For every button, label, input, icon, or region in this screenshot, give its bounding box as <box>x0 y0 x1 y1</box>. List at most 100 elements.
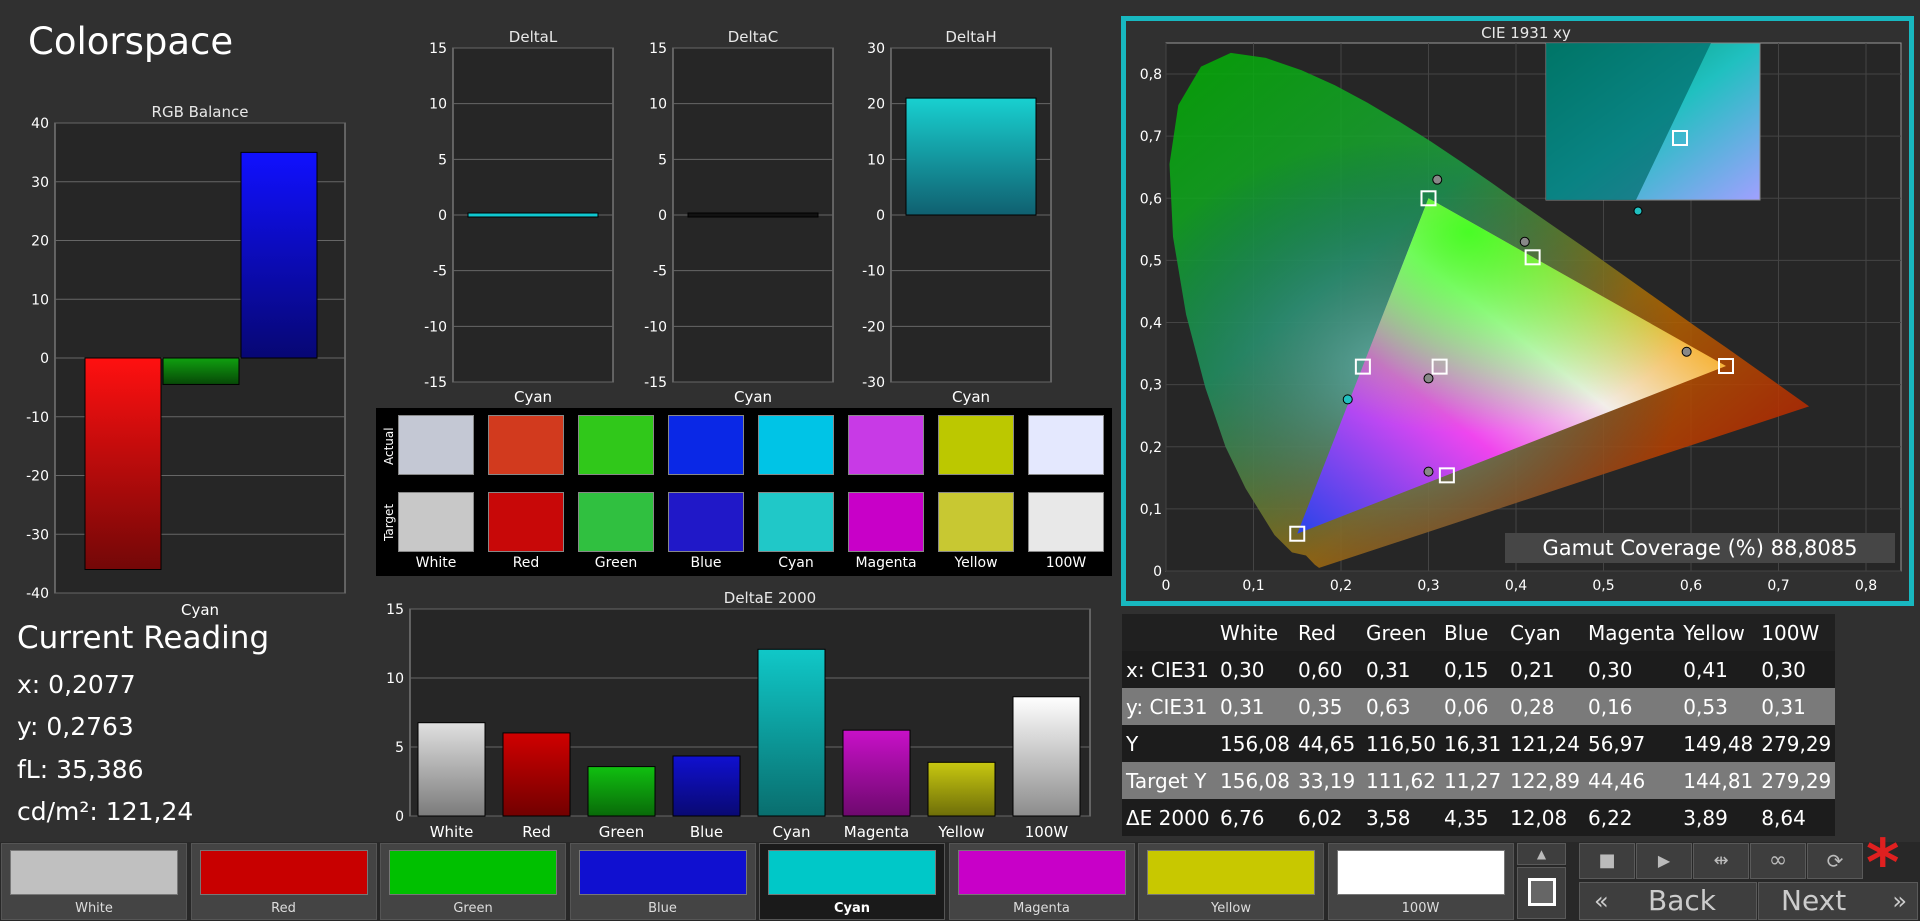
target-swatch-green <box>578 492 654 552</box>
swatch-grid: Actual Target White Red Green Blue Cyan Magen… <box>376 408 1112 576</box>
actual-swatch-yellow <box>938 415 1014 475</box>
rgb-balance-title: RGB Balance <box>152 103 249 121</box>
color-button-100w[interactable]: 100W <box>1327 843 1514 920</box>
table-cell: 16,31 <box>1439 725 1506 762</box>
table-header-cell: Magenta <box>1583 614 1680 651</box>
color-swatch <box>1147 850 1315 895</box>
chevron-up-icon: ▲ <box>1536 847 1547 861</box>
back-button[interactable]: « Back <box>1579 882 1757 920</box>
y-tick-label: 0 <box>876 208 885 224</box>
y-tick-label: 15 <box>649 41 667 57</box>
cie-diagram-panel[interactable]: CIE 1931 xy 0 0,1 0,2 0,3 0,4 0,5 0,6 0,7 0,8 0,8 0… <box>1121 16 1914 606</box>
measurement-table: White Red Green Blue Cyan Magenta Yellow 100W x:… <box>1122 614 1836 836</box>
patch-toggle-button[interactable] <box>1517 867 1566 919</box>
y-tick-label: 15 <box>429 41 447 57</box>
table-cell: ΔE 2000 <box>1122 799 1216 836</box>
actual-swatch-green <box>578 415 654 475</box>
measured-marker-yellow <box>1519 236 1530 247</box>
delta-h-title: DeltaH <box>945 28 996 46</box>
table-header-cell: Blue <box>1439 614 1506 651</box>
refresh-button[interactable]: ⟳ <box>1807 843 1863 879</box>
x-tick-label: 0,4 <box>1505 578 1527 594</box>
y-tick-label: 5 <box>658 152 667 168</box>
table-cell: 0,15 <box>1439 651 1506 688</box>
table-header-cell: Red <box>1293 614 1362 651</box>
rgb-bar-green <box>162 357 240 385</box>
color-button-red[interactable]: Red <box>190 843 377 920</box>
table-row: x: CIE31 0,30 0,60 0,31 0,15 0,21 0,30 0,41 0,30 <box>1122 651 1836 688</box>
play-icon: ▶ <box>1657 851 1671 870</box>
table-cell: 6,02 <box>1293 799 1362 836</box>
reading-fl: fL: 35,386 <box>17 755 144 784</box>
stop-button[interactable]: ■ <box>1579 843 1635 879</box>
color-button-blue[interactable]: Blue <box>569 843 756 920</box>
delta-e-chart: DeltaE 2000 15 10 5 0 White Red Green Blue Cyan Ma… <box>386 589 1091 841</box>
y-tick-label: 0,6 <box>1140 191 1162 207</box>
y-tick-label: 0 <box>395 809 404 825</box>
y-tick-label: 0 <box>438 208 447 224</box>
y-tick-label: 0,2 <box>1140 440 1162 456</box>
reading-cdm2: cd/m²: 121,24 <box>17 797 194 826</box>
delta-e-bar-yellow <box>927 761 996 817</box>
actual-swatch-cyan <box>758 415 834 475</box>
actual-swatch-white <box>398 415 474 475</box>
table-cell: 156,08 <box>1216 725 1294 762</box>
y-tick-label: 10 <box>429 97 447 113</box>
delta-l-chart: DeltaL 15 10 5 0 -5 -10 -15 Cyan <box>424 28 614 406</box>
color-swatch <box>768 850 936 895</box>
y-tick-label: 0,5 <box>1140 253 1162 269</box>
target-swatch-magenta <box>848 492 924 552</box>
table-header-row: White Red Green Blue Cyan Magenta Yellow 100W <box>1122 614 1836 651</box>
play-button[interactable]: ▶ <box>1636 843 1692 879</box>
delta-e-title: DeltaE 2000 <box>724 589 816 607</box>
swatch-label: 100W <box>1045 555 1087 571</box>
delta-e-bar-green <box>587 766 656 817</box>
table-row: y: CIE31 0,31 0,35 0,63 0,06 0,28 0,16 0,53 0,31 <box>1122 688 1836 725</box>
delta-e-bar-100w <box>1012 696 1081 817</box>
color-button-magenta[interactable]: Magenta <box>948 843 1135 920</box>
actual-swatch-red <box>488 415 564 475</box>
current-reading-title: Current Reading <box>17 620 270 656</box>
x-tick-label: 0,1 <box>1242 578 1264 594</box>
delta-h-chart: DeltaH 30 20 10 0 -10 -20 -30 Cyan <box>862 28 1052 406</box>
refresh-icon: ⟳ <box>1826 849 1844 873</box>
delta-e-bar-blue <box>672 755 741 817</box>
y-tick-label: 0,4 <box>1140 316 1162 332</box>
color-button-label: Red <box>271 901 296 916</box>
swatch-label: Yellow <box>954 555 998 571</box>
actual-swatch-100w <box>1028 415 1104 475</box>
color-button-yellow[interactable]: Yellow <box>1138 843 1324 920</box>
step-button[interactable]: ⇹ <box>1693 843 1749 879</box>
x-category-label: Blue <box>690 823 723 841</box>
x-tick-label: 0,3 <box>1417 578 1439 594</box>
next-arrow-icon: » <box>1892 887 1907 915</box>
table-cell: Y <box>1122 725 1216 762</box>
x-category-label: Green <box>599 823 644 841</box>
step-icon: ⇹ <box>1713 850 1729 871</box>
x-category-label: White <box>430 823 474 841</box>
table-header-cell: Green <box>1361 614 1440 651</box>
gamut-coverage: Gamut Coverage (%) 88,8085 <box>1505 533 1895 563</box>
color-button-cyan[interactable]: Cyan <box>759 843 945 920</box>
y-tick-label: -30 <box>862 375 885 391</box>
reading-x: x: 0,2077 <box>17 670 136 699</box>
color-button-white[interactable]: White <box>1 843 187 920</box>
x-tick-label: 0,7 <box>1767 578 1789 594</box>
y-tick-label: -10 <box>26 410 49 426</box>
page-title: Colorspace <box>28 20 234 63</box>
color-swatch <box>10 850 178 895</box>
table-cell: 3,58 <box>1361 799 1440 836</box>
table-cell: 3,89 <box>1679 799 1758 836</box>
color-swatch <box>957 850 1126 895</box>
loop-button[interactable]: ∞ <box>1750 843 1806 879</box>
next-button[interactable]: Next » <box>1758 882 1918 920</box>
delta-c-title: DeltaC <box>728 28 779 46</box>
y-tick-label: 20 <box>867 97 885 113</box>
table-cell: 0,31 <box>1361 651 1440 688</box>
table-cell: 0,53 <box>1679 688 1758 725</box>
scroll-up-button[interactable]: ▲ <box>1517 843 1566 865</box>
target-label: Target <box>382 503 396 541</box>
color-button-label: 100W <box>1401 901 1440 916</box>
measured-marker-green <box>1432 174 1443 185</box>
color-button-green[interactable]: Green <box>380 843 566 920</box>
